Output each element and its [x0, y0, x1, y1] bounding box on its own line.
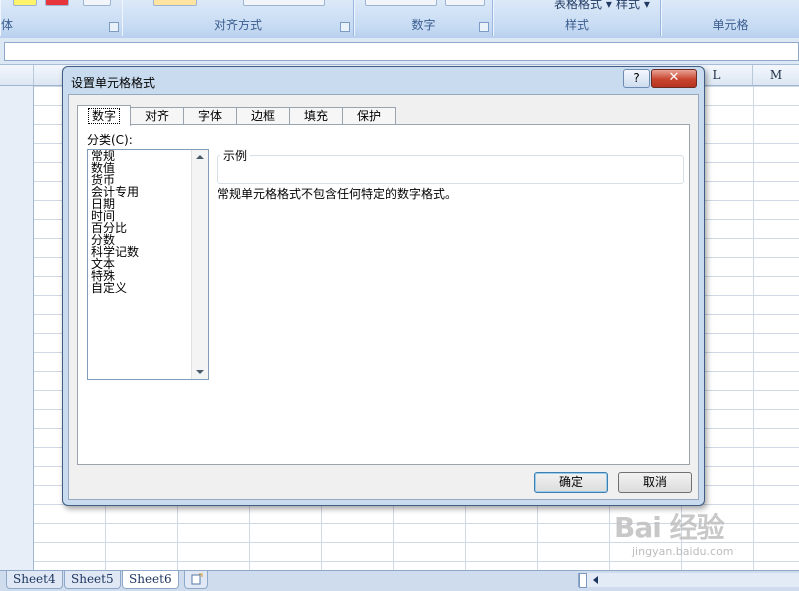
scrollbar-split-handle[interactable]	[579, 573, 587, 588]
tab-border[interactable]: 边框	[236, 107, 290, 125]
number-format-button[interactable]	[365, 0, 437, 6]
fill-color-button[interactable]	[13, 0, 37, 6]
scroll-down-arrow-icon[interactable]	[196, 370, 204, 374]
cell-styles-button[interactable]: 样式 ▾	[616, 0, 650, 12]
watermark-logo-text: Bai 经验	[614, 511, 725, 544]
baidu-watermark: Bai 经验 jingyan.baidu.com	[614, 506, 734, 558]
sample-box	[217, 155, 684, 184]
wrap-text-button[interactable]	[153, 0, 197, 6]
table-format-button[interactable]: 表格格式 ▾	[554, 0, 612, 12]
number-dialog-launcher[interactable]	[479, 22, 489, 32]
category-list-scrollbar[interactable]	[191, 150, 208, 379]
font-extra-button[interactable]	[83, 0, 111, 6]
sheet-tab-sheet6[interactable]: Sheet6	[122, 571, 179, 589]
close-button[interactable]: ✕	[651, 69, 697, 88]
category-item-custom[interactable]: 自定义	[88, 282, 208, 294]
tab-number[interactable]: 数字	[77, 105, 131, 126]
dialog-title: 设置单元格格式	[71, 76, 156, 90]
font-dialog-launcher[interactable]	[109, 22, 119, 32]
number-tab-panel: 分类(C): 常规 数值 货币 会计专用 日期 时间 百分比 分数 科学记数 文…	[77, 124, 690, 465]
sample-legend: 示例	[220, 147, 251, 164]
help-button[interactable]: ?	[623, 69, 650, 88]
cancel-button[interactable]: 取消	[618, 472, 692, 493]
sheet-tab-sheet5[interactable]: Sheet5	[64, 571, 121, 589]
ribbon-group-label-alignment: 对齐方式	[213, 18, 262, 32]
insert-sheet-icon[interactable]	[184, 571, 208, 589]
sheet-tab-sheet4[interactable]: Sheet4	[6, 571, 63, 589]
ribbon-group-cells: 单元格	[661, 0, 799, 36]
merge-center-button[interactable]	[243, 0, 325, 6]
category-label: 分类(C):	[87, 133, 133, 147]
ribbon-group-label-styles: 样式	[564, 18, 589, 32]
ribbon-group-alignment: 对齐方式	[122, 0, 354, 36]
column-header-m[interactable]: M	[753, 65, 799, 85]
tab-number-label: 数字	[87, 108, 120, 124]
tab-font[interactable]: 字体	[183, 107, 237, 125]
ribbon-group-number: 数字	[354, 0, 493, 36]
category-list[interactable]: 常规 数值 货币 会计专用 日期 时间 百分比 分数 科学记数 文本 特殊 自定…	[87, 149, 209, 380]
formula-bar	[0, 38, 799, 65]
watermark-url: jingyan.baidu.com	[632, 545, 734, 558]
corner-select-all[interactable]	[0, 65, 34, 85]
ribbon-group-label-font: 体	[1, 18, 14, 32]
formula-input[interactable]	[4, 42, 799, 61]
format-cells-dialog: 设置单元格格式 ? ✕ 数字 对齐 字体 边框 填充 保护 分类(C): 常规 …	[62, 66, 705, 506]
alignment-dialog-launcher[interactable]	[340, 22, 350, 32]
scroll-up-arrow-icon[interactable]	[196, 155, 204, 159]
number-decimal-button[interactable]	[445, 0, 485, 6]
tab-protection[interactable]: 保护	[342, 107, 396, 125]
row-header-strip	[0, 86, 34, 570]
ribbon: 体 对齐方式 数字 表格格式 ▾ 样式 ▾ 样式 单元格	[0, 0, 799, 39]
ribbon-group-label-cells: 单元格	[712, 18, 749, 32]
ok-button[interactable]: 确定	[534, 472, 608, 493]
ribbon-group-styles: 表格格式 ▾ 样式 ▾ 样式	[493, 0, 661, 36]
font-color-button[interactable]	[45, 0, 69, 6]
horizontal-scrollbar[interactable]	[578, 573, 799, 588]
tab-alignment[interactable]: 对齐	[130, 107, 184, 125]
sheet-tab-bar: Sheet4 Sheet5 Sheet6	[0, 570, 799, 591]
format-description: 常规单元格格式不包含任何特定的数字格式。	[217, 187, 458, 201]
scroll-left-arrow-icon[interactable]	[593, 576, 598, 584]
ribbon-group-font: 体	[0, 0, 123, 36]
dialog-body: 数字 对齐 字体 边框 填充 保护 分类(C): 常规 数值 货币 会计专用 日…	[68, 94, 699, 500]
ribbon-group-label-number: 数字	[411, 18, 436, 32]
tab-fill[interactable]: 填充	[289, 107, 343, 125]
